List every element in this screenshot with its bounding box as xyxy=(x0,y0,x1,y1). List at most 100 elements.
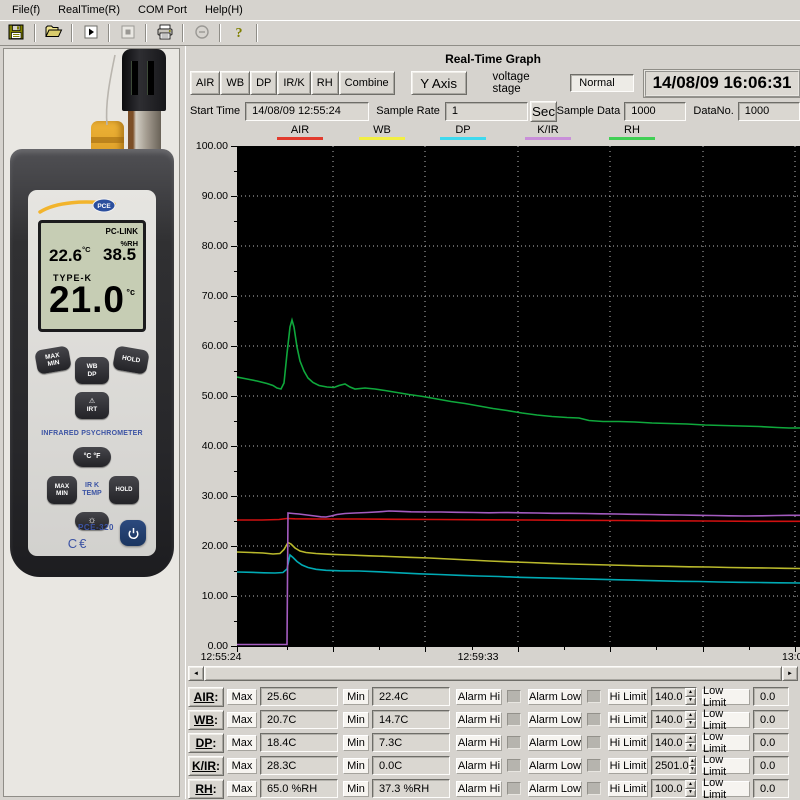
sec-button[interactable]: Sec xyxy=(530,101,556,122)
x-tick-mark xyxy=(518,647,519,652)
hi-limit-label: Hi Limit xyxy=(608,712,648,728)
hi-limit-value[interactable]: 140.0 xyxy=(652,734,685,751)
channel-row-button[interactable]: WB : xyxy=(188,710,224,730)
disconnect-button[interactable] xyxy=(188,22,215,44)
x-tick-mark xyxy=(425,647,426,652)
scroll-left-button[interactable]: ◄ xyxy=(188,666,204,681)
current-datetime: 14/08/09 16:06:31 xyxy=(644,70,800,97)
x-minor-tick xyxy=(379,647,380,650)
low-limit-field[interactable]: 0.0 xyxy=(753,756,789,775)
lcd-pclink-text: PC-LINK xyxy=(106,227,138,236)
channel-button-wb[interactable]: WB xyxy=(220,71,250,95)
spin-up-icon[interactable]: ▲ xyxy=(685,734,696,743)
toolbar-separator xyxy=(256,24,258,42)
controls-row-1: AIRWBDPIR/KRHCombine Y Axis voltage stag… xyxy=(186,68,800,98)
spin-down-icon[interactable]: ▼ xyxy=(685,743,696,752)
spin-down-icon[interactable]: ▼ xyxy=(685,789,696,798)
help-button[interactable]: ? xyxy=(225,22,252,44)
legend-label: DP xyxy=(455,124,470,136)
spin-up-icon[interactable]: ▲ xyxy=(685,711,696,720)
hi-limit-value[interactable]: 140.0 xyxy=(652,688,685,705)
print-button[interactable] xyxy=(151,22,178,44)
start-button[interactable] xyxy=(77,22,104,44)
ce-mark: C€ xyxy=(58,536,98,551)
stop-icon xyxy=(120,24,136,43)
spin-down-icon[interactable]: ▼ xyxy=(685,697,696,706)
scroll-left-icon: ◄ xyxy=(193,671,199,677)
channel-button-dp[interactable]: DP xyxy=(250,71,277,95)
hi-limit-spinner[interactable]: 2501.0▲▼ xyxy=(651,756,697,775)
low-limit-field[interactable]: 0.0 xyxy=(753,687,789,706)
lcd-humidity: 38.5 xyxy=(103,245,136,265)
alarm-low-indicator xyxy=(587,782,601,795)
hi-limit-value[interactable]: 100.0 xyxy=(652,780,685,797)
x-minor-tick xyxy=(749,647,750,650)
data-no-label: DataNo. xyxy=(693,105,733,117)
low-limit-label: Low Limit xyxy=(702,735,750,751)
low-limit-field[interactable]: 0.0 xyxy=(753,733,789,752)
max-label: Max xyxy=(227,758,257,774)
min-value-field: 14.7C xyxy=(372,710,450,729)
spinner-buttons: ▲▼ xyxy=(685,688,696,705)
x-minor-tick xyxy=(287,647,288,650)
device-max-min-button: MAXMIN xyxy=(34,345,72,375)
min-value-field: 37.3 %RH xyxy=(372,779,450,798)
min-label: Min xyxy=(343,689,369,705)
max-value-field: 18.4C xyxy=(260,733,338,752)
controls-row-2: Start Time 14/08/09 12:55:24 Sample Rate… xyxy=(186,98,800,124)
hi-limit-spinner[interactable]: 140.0▲▼ xyxy=(651,710,697,729)
y-tick-label: 70.00 xyxy=(202,290,228,302)
stop-button[interactable] xyxy=(114,22,141,44)
help-icon: ? xyxy=(233,24,245,43)
menu-item-realtimer[interactable]: RealTime(R) xyxy=(50,1,130,19)
open-button[interactable] xyxy=(40,22,67,44)
horizontal-scrollbar[interactable]: ◄ ► xyxy=(188,666,798,681)
spin-up-icon[interactable]: ▲ xyxy=(685,780,696,789)
disconnect-icon xyxy=(194,24,210,43)
table-row-dp: DP :Max18.4CMin7.3CAlarm HiAlarm LowHi L… xyxy=(188,731,800,754)
device-max-min2-button: MAXMIN xyxy=(47,476,77,504)
save-button[interactable] xyxy=(3,22,30,44)
sample-data-field[interactable]: 1000 xyxy=(624,102,686,121)
scroll-right-button[interactable]: ► xyxy=(782,666,798,681)
spin-down-icon[interactable]: ▼ xyxy=(689,766,696,775)
channel-row-button[interactable]: AIR : xyxy=(188,687,224,707)
spin-down-icon[interactable]: ▼ xyxy=(685,720,696,729)
channel-button-rh[interactable]: RH xyxy=(311,71,339,95)
hi-limit-spinner[interactable]: 140.0▲▼ xyxy=(651,687,697,706)
hi-limit-spinner[interactable]: 100.0▲▼ xyxy=(651,779,697,798)
channel-button-ir-k[interactable]: IR/K xyxy=(277,71,310,95)
alarm-hi-label: Alarm Hi xyxy=(456,712,502,728)
y-axis-button[interactable]: Y Axis xyxy=(411,71,467,95)
channel-row-button[interactable]: DP : xyxy=(188,733,224,753)
scroll-right-icon: ► xyxy=(787,671,793,677)
channel-row-button[interactable]: K/IR: xyxy=(188,756,224,776)
series-air xyxy=(237,519,800,522)
low-limit-label: Low Limit xyxy=(702,758,750,774)
channel-row-button[interactable]: RH : xyxy=(188,779,224,799)
spin-up-icon[interactable]: ▲ xyxy=(685,688,696,697)
channel-button-combine[interactable]: Combine xyxy=(339,71,395,95)
sample-rate-field[interactable]: 1 xyxy=(445,102,529,121)
hi-limit-spinner[interactable]: 140.0▲▼ xyxy=(651,733,697,752)
max-label: Max xyxy=(227,781,257,797)
spin-up-icon[interactable]: ▲ xyxy=(689,757,696,766)
low-limit-field[interactable]: 0.0 xyxy=(753,710,789,729)
lcd-air-temp: 22.6°C xyxy=(49,245,91,266)
hi-limit-value[interactable]: 2501.0 xyxy=(652,757,689,774)
menu-item-filef[interactable]: File(f) xyxy=(4,1,50,19)
data-no-field[interactable]: 1000 xyxy=(738,102,800,121)
min-value-field: 0.0C xyxy=(372,756,450,775)
low-limit-field[interactable]: 0.0 xyxy=(753,779,789,798)
start-time-field[interactable]: 14/08/09 12:55:24 xyxy=(245,102,369,121)
menu-item-helph[interactable]: Help(H) xyxy=(197,1,253,19)
alarm-hi-label: Alarm Hi xyxy=(456,735,502,751)
menu-item-comport[interactable]: COM Port xyxy=(130,1,197,19)
graph-panel: Real-Time Graph AIRWBDPIR/KRHCombine Y A… xyxy=(186,46,800,799)
legend-item-dp: DP xyxy=(440,124,486,140)
channel-button-air[interactable]: AIR xyxy=(190,71,220,95)
min-value-field: 7.3C xyxy=(372,733,450,752)
legend-color-bar xyxy=(277,137,323,140)
hi-limit-value[interactable]: 140.0 xyxy=(652,711,685,728)
scroll-thumb[interactable] xyxy=(204,666,782,681)
